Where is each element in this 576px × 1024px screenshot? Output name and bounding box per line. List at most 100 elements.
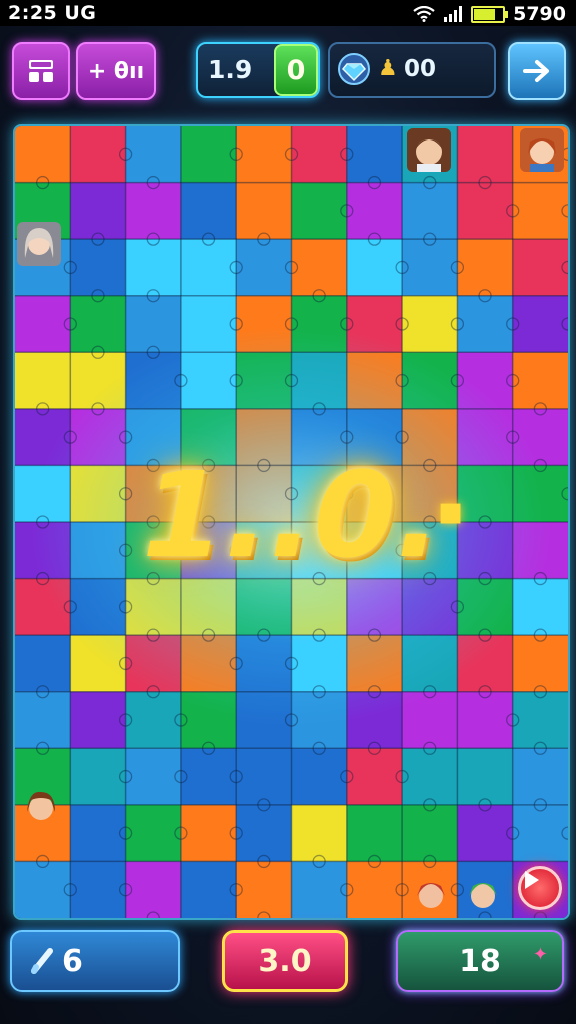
status-bar: 2:25 UG 5790 — [0, 0, 576, 26]
puzzle-piece[interactable] — [512, 635, 568, 693]
puzzle-piece[interactable] — [346, 239, 403, 297]
puzzle-piece[interactable] — [291, 748, 348, 806]
puzzle-piece[interactable] — [180, 861, 237, 918]
battery-fill — [474, 8, 495, 20]
puzzle-piece[interactable] — [70, 182, 127, 240]
puzzle-piece[interactable] — [346, 804, 403, 862]
puzzle-piece[interactable] — [125, 239, 182, 297]
puzzle-piece[interactable] — [402, 182, 458, 240]
star-icon: ✦ — [532, 944, 548, 965]
puzzle-piece[interactable] — [457, 182, 514, 240]
avatar-face-icon — [415, 139, 443, 172]
puzzle-piece[interactable] — [236, 126, 292, 184]
puzzle-piece[interactable] — [236, 182, 292, 240]
puzzle-piece[interactable] — [512, 352, 568, 410]
puzzle-piece[interactable] — [402, 239, 458, 297]
menu-button[interactable] — [12, 42, 70, 100]
score-badge: 0 — [274, 44, 318, 96]
battery-icon — [471, 5, 509, 23]
puzzle-piece[interactable] — [457, 804, 514, 862]
puzzle-piece[interactable] — [15, 126, 71, 184]
puzzle-piece[interactable] — [291, 182, 348, 240]
puzzle-piece[interactable] — [512, 691, 568, 749]
puzzle-piece[interactable] — [457, 748, 514, 806]
puzzle-piece[interactable] — [512, 748, 568, 806]
play-icon — [525, 871, 539, 889]
puzzle-piece[interactable] — [70, 804, 127, 862]
signal-icon — [444, 6, 463, 22]
player-avatar-4 — [19, 786, 63, 830]
puzzle-piece[interactable] — [236, 239, 292, 297]
puzzle-piece[interactable] — [346, 126, 403, 184]
puzzle-piece[interactable] — [125, 126, 182, 184]
puzzle-piece[interactable] — [180, 126, 237, 184]
puzzle-piece[interactable] — [512, 804, 568, 862]
puzzle-piece[interactable] — [402, 748, 458, 806]
puzzle-piece[interactable] — [15, 352, 71, 410]
puzzle-board[interactable]: 1..0. ▪ — [13, 124, 570, 920]
puzzle-piece[interactable] — [402, 804, 458, 862]
puzzle-piece[interactable] — [15, 691, 71, 749]
puzzle-piece[interactable] — [70, 126, 127, 184]
moves-button[interactable]: 18 ✦ — [396, 930, 564, 992]
avatar-face-icon — [27, 791, 55, 820]
puzzle-piece[interactable] — [402, 295, 458, 353]
moves-value: 18 — [459, 943, 501, 979]
puzzle-piece[interactable] — [457, 295, 514, 353]
hint-button[interactable]: 6 — [10, 930, 180, 992]
avatar-face-icon — [528, 138, 556, 172]
puzzle-piece[interactable] — [70, 295, 127, 353]
gems-value: 00 — [404, 56, 437, 82]
player-avatar-5 — [409, 872, 453, 916]
puzzle-piece[interactable] — [457, 126, 514, 184]
puzzle-piece[interactable] — [125, 295, 182, 353]
avatar-face-icon — [24, 228, 54, 258]
puzzle-piece[interactable] — [15, 295, 71, 353]
puzzle-piece[interactable] — [236, 748, 292, 806]
puzzle-piece[interactable] — [291, 126, 348, 184]
puzzle-piece[interactable] — [291, 239, 348, 297]
puzzle-piece[interactable] — [346, 182, 403, 240]
gems-box: ♟ 00 — [328, 42, 496, 98]
diamond-icon — [338, 53, 370, 85]
puzzle-piece[interactable] — [70, 239, 127, 297]
puzzle-piece[interactable] — [346, 861, 403, 918]
puzzle-piece[interactable] — [180, 182, 237, 240]
puzzle-piece[interactable] — [70, 861, 127, 918]
puzzle-piece[interactable] — [125, 861, 182, 918]
puzzle-piece[interactable] — [236, 804, 292, 862]
puzzle-piece[interactable] — [457, 691, 514, 749]
puzzle-piece[interactable] — [125, 748, 182, 806]
puzzle-piece[interactable] — [512, 239, 568, 297]
puzzle-piece[interactable] — [125, 804, 182, 862]
play-button[interactable] — [518, 866, 562, 910]
score-value: 1.9 — [208, 55, 253, 84]
big-score-suffix: ▪ — [437, 488, 465, 534]
puzzle-piece[interactable] — [15, 861, 71, 918]
puzzle-piece[interactable] — [70, 691, 127, 749]
puzzle-piece[interactable] — [125, 182, 182, 240]
puzzle-piece[interactable] — [180, 804, 237, 862]
wifi-icon — [413, 6, 435, 22]
player-avatar-1 — [407, 128, 451, 172]
puzzle-piece[interactable] — [70, 748, 127, 806]
add-button[interactable]: + θıı — [76, 42, 156, 100]
puzzle-piece[interactable] — [457, 239, 514, 297]
avatar-face-icon — [469, 883, 497, 908]
battery-text: 5790 — [513, 3, 566, 25]
puzzle-piece[interactable] — [236, 861, 292, 918]
score-button[interactable]: 3.0 — [222, 930, 348, 992]
next-button[interactable] — [508, 42, 566, 100]
puzzle-piece[interactable] — [15, 635, 71, 693]
status-icons: 5790 — [413, 3, 566, 25]
puzzle-piece[interactable] — [291, 804, 348, 862]
puzzle-piece[interactable] — [512, 182, 568, 240]
puzzle-piece[interactable] — [180, 748, 237, 806]
player-avatar-3 — [17, 222, 61, 266]
puzzle-piece[interactable] — [512, 295, 568, 353]
puzzle-piece[interactable] — [346, 748, 403, 806]
puzzle-piece[interactable] — [291, 861, 348, 918]
bottom-score-value: 3.0 — [258, 943, 312, 979]
hint-count: 6 — [62, 943, 83, 979]
puzzle-piece[interactable] — [180, 239, 237, 297]
